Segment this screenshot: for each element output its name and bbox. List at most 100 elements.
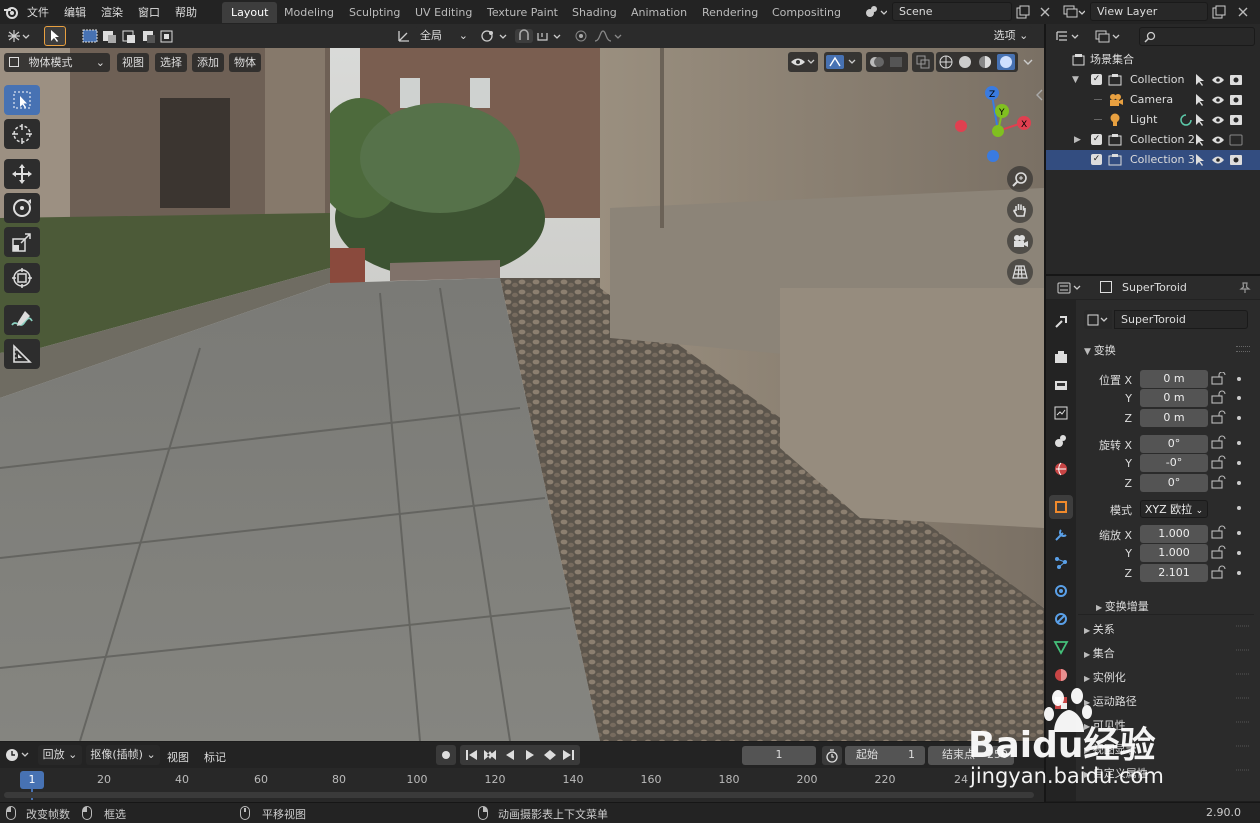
visibility-icon[interactable] [788, 52, 818, 72]
panel-custom-properties[interactable]: ▶ 自定义属性 [1084, 765, 1148, 781]
properties-editor-type-icon[interactable] [1056, 279, 1086, 297]
keying-dropdown[interactable]: 抠像(插帧) ⌄ [86, 745, 160, 765]
rotation-x-field[interactable]: 0° [1140, 435, 1208, 453]
start-frame-field[interactable]: 起始 1 [845, 746, 925, 765]
tab-layout[interactable]: Layout [222, 2, 278, 23]
end-frame-field[interactable]: 结束点 250 [928, 746, 1014, 765]
menu-view[interactable]: 视图 [117, 53, 149, 72]
tab-texture-paint[interactable]: Texture Paint [478, 2, 567, 23]
scene-field[interactable]: Scene [892, 2, 1012, 21]
object-mode-dropdown[interactable]: 物体模式 ⌄ [4, 53, 110, 72]
cursor-tool[interactable] [4, 119, 40, 149]
tab-world-icon[interactable] [1049, 457, 1073, 481]
menu-edit[interactable]: 编辑 [64, 4, 86, 20]
lock-and-keyframe-icons[interactable] [1210, 372, 1250, 582]
panel-relations[interactable]: ▶ 关系 [1084, 621, 1115, 637]
tab-physics-icon[interactable] [1049, 579, 1073, 603]
options-dropdown[interactable]: 选项 ⌄ [990, 26, 1032, 46]
transform-panel-header[interactable]: ▼ 变换 [1084, 342, 1116, 358]
tab-compositing[interactable]: Compositing [763, 2, 850, 23]
record-icon[interactable] [436, 745, 456, 765]
close-scene-icon[interactable] [1036, 3, 1054, 21]
blender-logo-icon[interactable] [2, 3, 20, 21]
select-mode-icons[interactable] [80, 27, 176, 45]
panel-drag-handles[interactable] [1236, 620, 1250, 780]
overlays-icon[interactable] [866, 52, 908, 72]
rotation-y-field[interactable]: -0° [1140, 454, 1208, 472]
playback-controls-icon[interactable] [462, 748, 578, 762]
outliner-filter-mode-icon[interactable] [1094, 28, 1124, 46]
close-view-layer-icon[interactable] [1234, 3, 1252, 21]
tab-sculpting[interactable]: Sculpting [340, 2, 409, 23]
panel-collections[interactable]: ▶ 集合 [1084, 645, 1115, 661]
tab-output-icon[interactable] [1049, 373, 1073, 397]
location-x-field[interactable]: 0 m [1140, 370, 1208, 388]
timeline-menu-view[interactable]: 视图 [167, 749, 189, 765]
tab-rendering[interactable]: Rendering [693, 2, 767, 23]
playback-controls[interactable] [460, 745, 580, 765]
rotation-z-field[interactable]: 0° [1140, 474, 1208, 492]
shading-options-icon[interactable] [1020, 52, 1036, 72]
3d-viewport[interactable]: 物体模式 ⌄ 视图 选择 添加 物体 Z X Y [0, 48, 1044, 741]
view-layer-field[interactable]: View Layer [1090, 2, 1208, 21]
pivot-point-icon[interactable] [480, 27, 510, 45]
object-data-browse-icon[interactable] [1084, 310, 1112, 329]
perspective-grid-icon[interactable] [1007, 259, 1033, 285]
proportional-editing-icon[interactable] [572, 27, 624, 45]
view-layer-icon[interactable] [1060, 3, 1088, 21]
drag-handle-icon[interactable] [1236, 346, 1250, 352]
stopwatch-icon[interactable] [822, 746, 842, 765]
location-y-field[interactable]: 0 m [1140, 389, 1208, 407]
sidebar-toggle-icon[interactable] [1034, 88, 1044, 102]
xray-icon[interactable] [912, 52, 934, 72]
zoom-icon[interactable] [1007, 166, 1033, 192]
scale-tool[interactable] [4, 227, 40, 257]
camera-view-icon[interactable] [1007, 228, 1033, 254]
transform-tool[interactable] [4, 263, 40, 293]
select-box-tool[interactable] [4, 85, 40, 115]
panel-motion-paths[interactable]: ▶ 运动路径 [1084, 693, 1137, 709]
timeline-menu-marker[interactable]: 标记 [204, 749, 226, 765]
new-view-layer-icon[interactable] [1210, 3, 1228, 21]
snap-icon[interactable] [514, 27, 564, 45]
move-tool[interactable] [4, 159, 40, 189]
timeline-scrollbar[interactable] [4, 792, 1034, 798]
menu-select[interactable]: 选择 [155, 53, 187, 72]
tab-shading[interactable]: Shading [563, 2, 626, 23]
new-scene-icon[interactable] [1014, 3, 1032, 21]
scale-y-field[interactable]: 1.000 [1140, 544, 1208, 562]
menu-file[interactable]: 文件 [27, 4, 49, 20]
expand-down-icon[interactable]: ▼ [1072, 70, 1079, 90]
tab-scene-icon[interactable] [1049, 429, 1073, 453]
timeline-editor-type-icon[interactable] [4, 746, 32, 764]
menu-render[interactable]: 渲染 [101, 4, 123, 20]
tab-particles-icon[interactable] [1049, 551, 1073, 575]
annotate-tool[interactable] [4, 305, 40, 335]
scale-x-field[interactable]: 1.000 [1140, 525, 1208, 543]
checkbox-icon[interactable]: ✓ [1091, 134, 1102, 145]
menu-add[interactable]: 添加 [192, 53, 224, 72]
pin-icon[interactable] [1236, 279, 1254, 297]
current-frame-field[interactable]: 1 [742, 746, 816, 765]
tab-texture-icon[interactable] [1049, 691, 1073, 715]
navigation-gizmo[interactable]: Z X Y [950, 83, 1035, 163]
tab-tool-icon[interactable] [1049, 310, 1073, 334]
panel-instancing[interactable]: ▶ 实例化 [1084, 669, 1126, 685]
tab-material-icon[interactable] [1049, 663, 1073, 687]
outliner-search-input[interactable] [1139, 27, 1255, 46]
editor-type-icon[interactable] [4, 27, 32, 45]
panel-viewport-display[interactable]: ▶ 视图显示 [1084, 741, 1137, 757]
location-z-field[interactable]: 0 m [1140, 409, 1208, 427]
pan-hand-icon[interactable] [1007, 197, 1033, 223]
rotation-mode-dropdown[interactable]: XYZ 欧拉 ⌄ [1140, 500, 1208, 518]
tab-constraints-icon[interactable] [1049, 607, 1073, 631]
gizmo-toggle-icon[interactable] [824, 52, 862, 72]
outliner-scene-collection[interactable]: 场景集合 [1046, 50, 1260, 70]
tab-animation[interactable]: Animation [622, 2, 696, 23]
outliner-display-mode-icon[interactable] [1054, 28, 1084, 46]
tab-modifier-icon[interactable] [1049, 523, 1073, 547]
scene-icon[interactable] [862, 3, 890, 21]
scale-z-field[interactable]: 2.101 [1140, 564, 1208, 582]
tab-uv-editing[interactable]: UV Editing [406, 2, 481, 23]
transform-orientation-icon[interactable] [395, 27, 413, 45]
